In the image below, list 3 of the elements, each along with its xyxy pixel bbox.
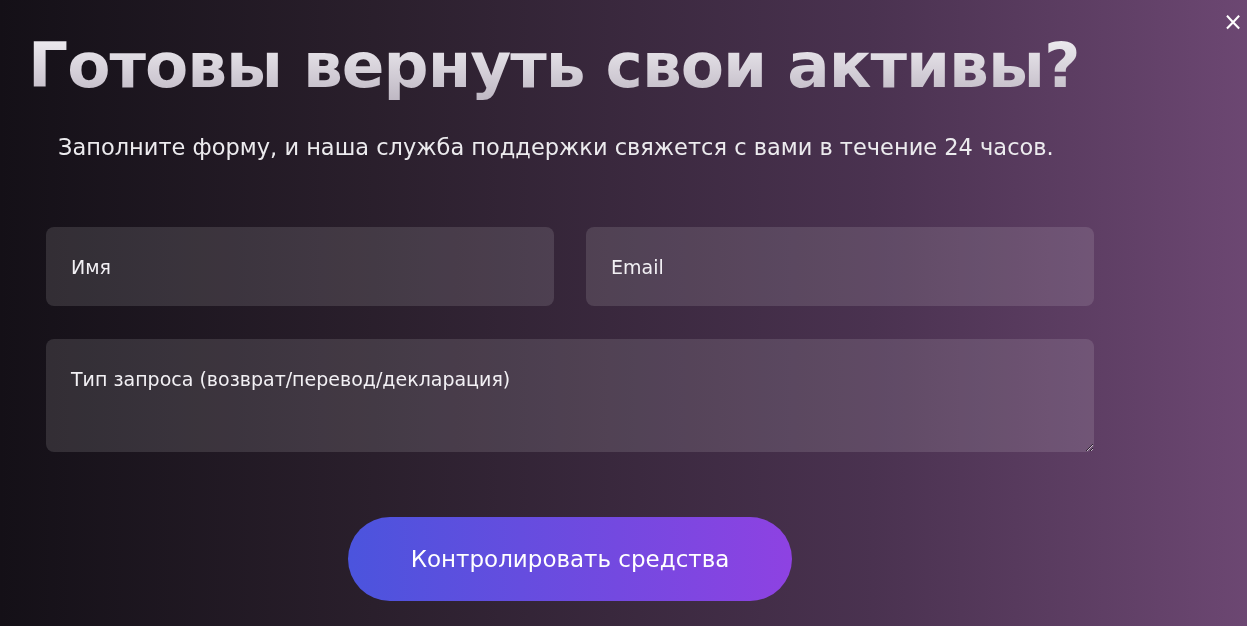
modal-subtitle: Заполните форму, и наша служба поддержки свяжется с вами в течение 24 часов. — [58, 133, 1054, 162]
close-button[interactable]: × — [1218, 8, 1247, 36]
submit-button[interactable]: Контролировать средства — [348, 517, 792, 601]
